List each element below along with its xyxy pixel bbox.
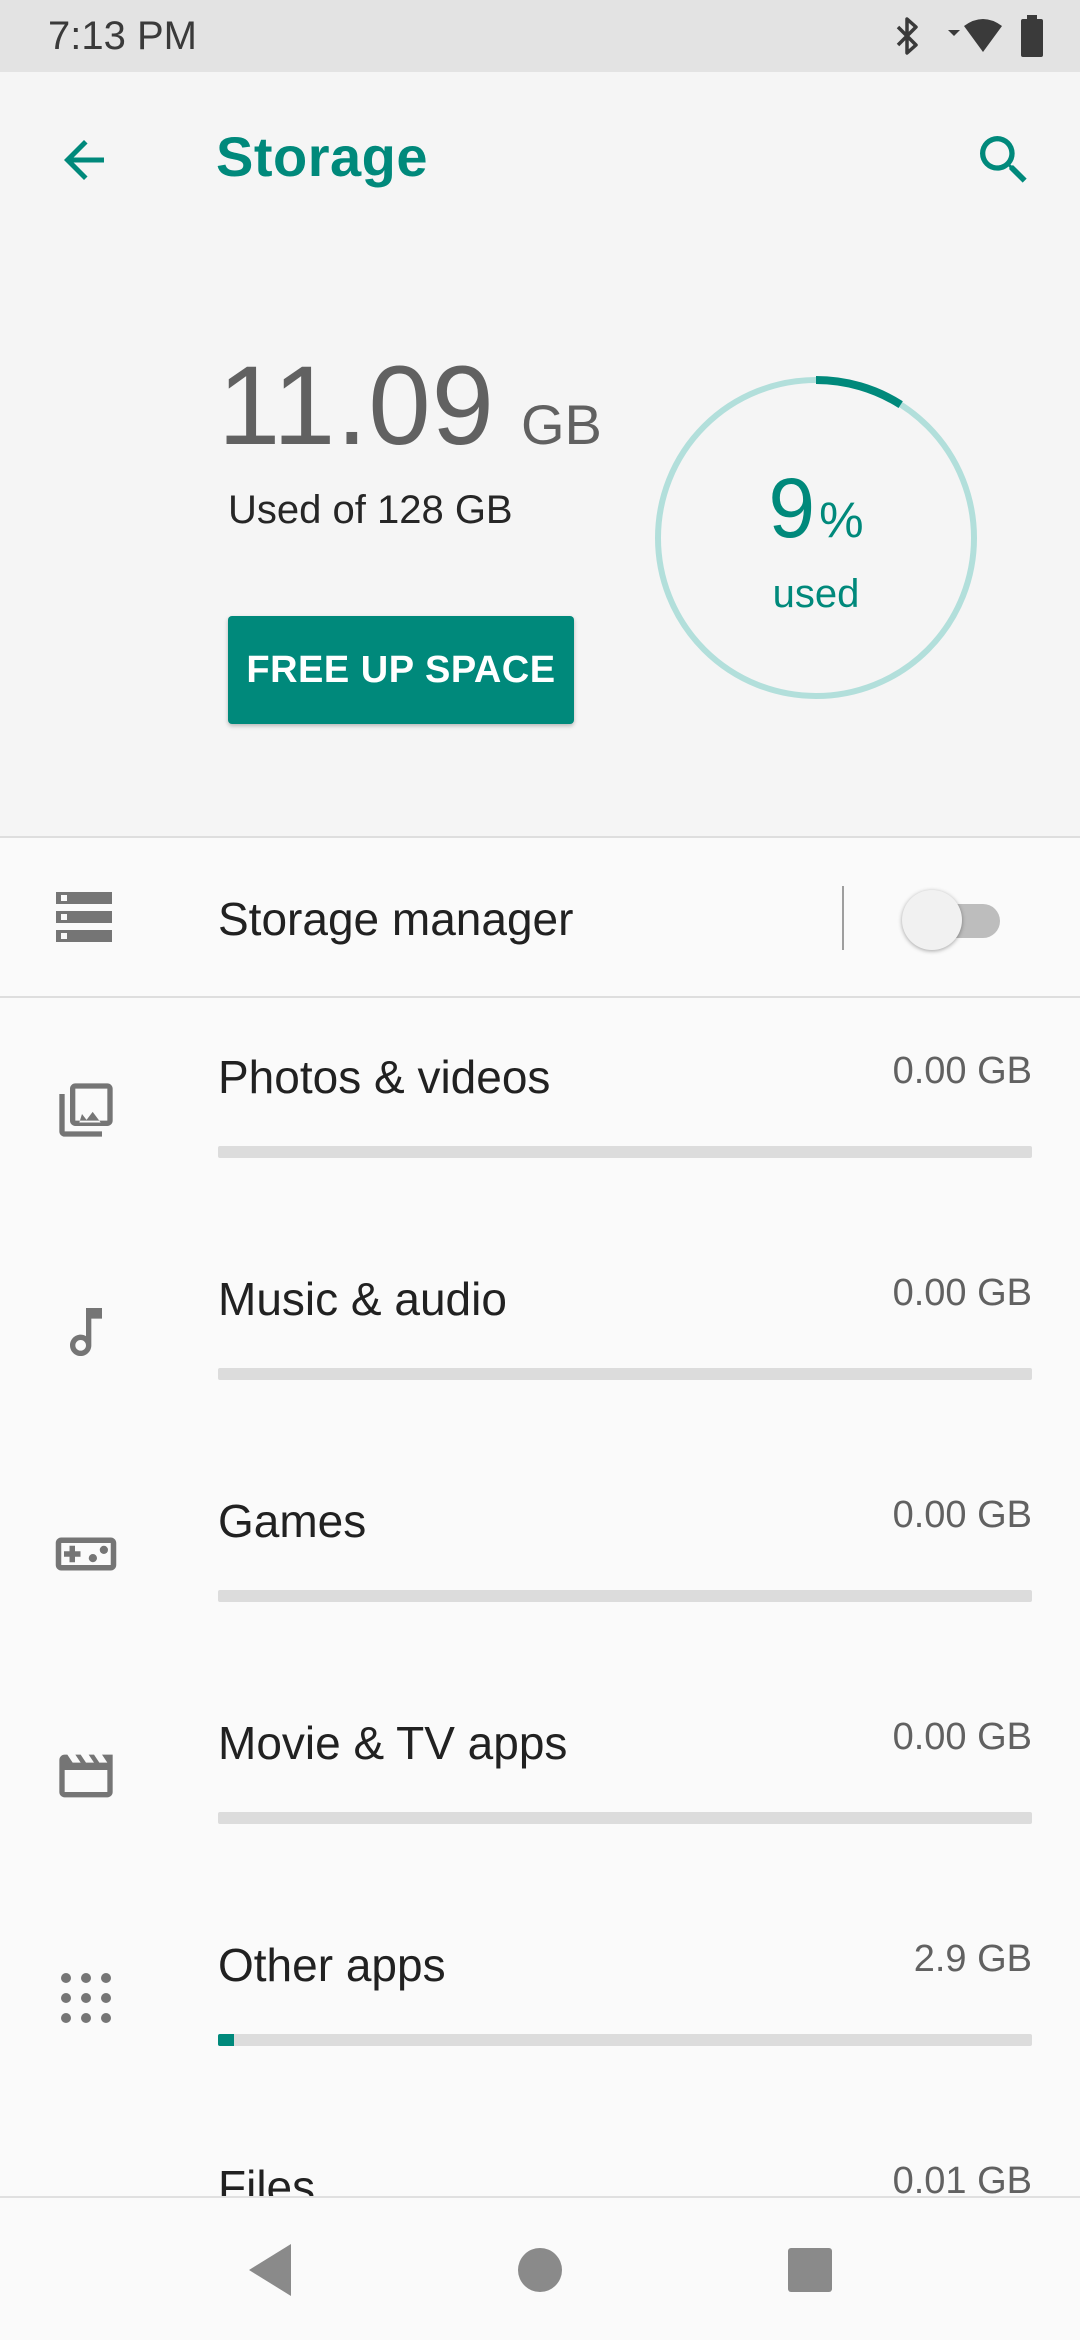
search-icon (980, 136, 1027, 183)
category-bar (218, 1590, 1032, 1602)
usage-percent: 9 % (654, 466, 978, 550)
used-amount: 11.09 GB (218, 350, 602, 462)
movie-icon (50, 1740, 122, 1812)
storage-list-icon (56, 892, 112, 947)
storage-summary: 11.09 GB Used of 128 GB FREE UP SPACE 9 … (0, 240, 1080, 838)
used-unit: GB (520, 393, 602, 456)
category-size: 0.00 GB (892, 1272, 1032, 1314)
category-photos-videos[interactable]: Photos & videos 0.00 GB (0, 1000, 1080, 1222)
status-bar: 7:13 PM (0, 0, 1080, 72)
back-button[interactable] (52, 128, 116, 192)
category-size: 0.00 GB (892, 1050, 1032, 1092)
page-title: Storage (216, 125, 428, 188)
usage-percent-label: used (772, 572, 860, 616)
category-bar (218, 1812, 1032, 1824)
category-size: 2.9 GB (913, 1938, 1032, 1980)
category-label: Other apps (218, 1939, 446, 1991)
category-movie-tv[interactable]: Movie & TV apps 0.00 GB (0, 1666, 1080, 1888)
category-label: Music & audio (218, 1273, 507, 1325)
used-value: 11.09 (218, 343, 495, 468)
status-icons (892, 15, 1044, 57)
free-up-space-button[interactable]: FREE UP SPACE (228, 616, 574, 724)
category-label: Games (218, 1495, 367, 1547)
category-music-audio[interactable]: Music & audio 0.00 GB (0, 1222, 1080, 1444)
usage-percent-sign: % (819, 492, 864, 548)
battery-icon (1020, 15, 1044, 57)
nav-recents-button[interactable] (774, 2234, 846, 2306)
category-bar-fill (218, 2034, 235, 2046)
usage-ring-text: 9 % used (654, 376, 978, 700)
category-other-apps[interactable]: Other apps 2.9 GB (0, 1888, 1080, 2110)
storage-manager-row[interactable]: Storage manager (0, 840, 1080, 998)
category-games[interactable]: Games 0.00 GB (0, 1444, 1080, 1666)
category-label: Movie & TV apps (218, 1717, 568, 1769)
search-button[interactable] (968, 124, 1040, 196)
status-time: 7:13 PM (48, 13, 197, 58)
bluetooth-icon (892, 16, 922, 56)
app-bar: Storage (0, 72, 1080, 240)
category-bar (218, 1146, 1032, 1158)
usage-ring: 9 % used (654, 376, 978, 700)
recents-square-icon (788, 2248, 832, 2292)
storage-manager-toggle[interactable] (902, 890, 1002, 950)
storage-manager-divider (842, 886, 844, 950)
category-size: 0.00 GB (892, 1494, 1032, 1536)
nav-home-button[interactable] (504, 2234, 576, 2306)
storage-manager-label: Storage manager (218, 893, 574, 945)
nav-back-button[interactable] (234, 2234, 306, 2306)
wifi-icon (940, 16, 1002, 56)
category-size: 0.00 GB (892, 1716, 1032, 1758)
system-nav-bar (0, 2196, 1080, 2340)
gamepad-icon (50, 1518, 122, 1590)
back-triangle-icon (249, 2244, 291, 2296)
home-circle-icon (518, 2248, 562, 2292)
category-bar (218, 2034, 1032, 2046)
toggle-thumb (902, 890, 962, 950)
storage-screen: 7:13 PM Storage 11.09 GB Used of 128 GB … (0, 0, 1080, 2340)
usage-percent-value: 9 (768, 461, 816, 555)
used-of-total: Used of 128 GB (228, 488, 513, 532)
music-note-icon (50, 1296, 122, 1368)
apps-grid-icon (50, 1962, 122, 2034)
photo-library-icon (50, 1074, 122, 1146)
category-label: Photos & videos (218, 1051, 551, 1103)
category-bar (218, 1368, 1032, 1380)
arrow-back-icon (64, 140, 104, 180)
